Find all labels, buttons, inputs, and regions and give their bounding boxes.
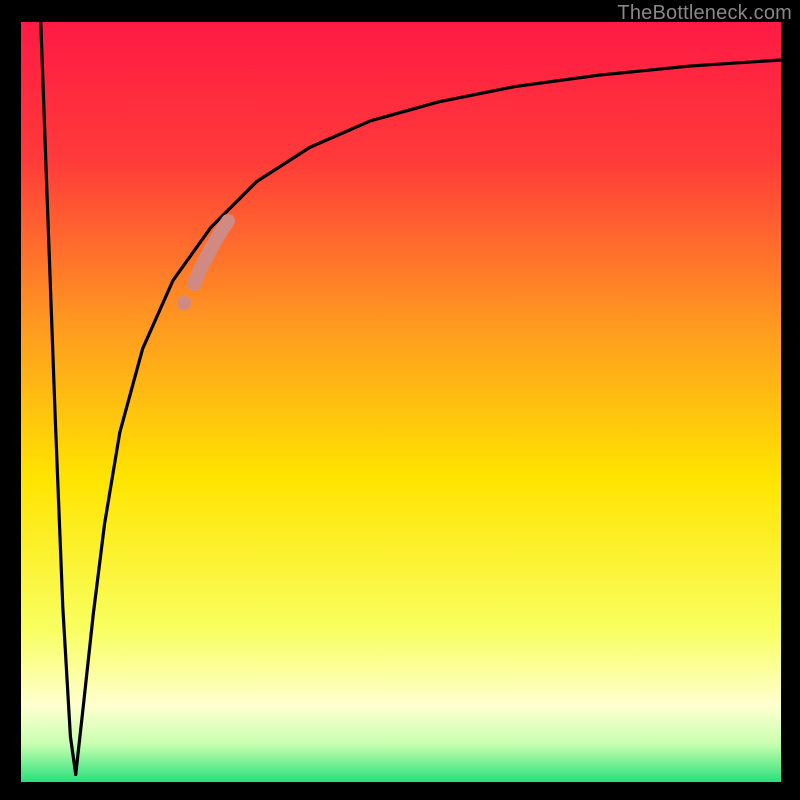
highlight-dot xyxy=(177,296,191,310)
chart-frame: TheBottleneck.com xyxy=(0,0,800,800)
plot-svg xyxy=(21,22,781,782)
plot-area xyxy=(21,22,781,782)
gradient-background xyxy=(21,22,781,782)
watermark-text: TheBottleneck.com xyxy=(617,2,792,25)
